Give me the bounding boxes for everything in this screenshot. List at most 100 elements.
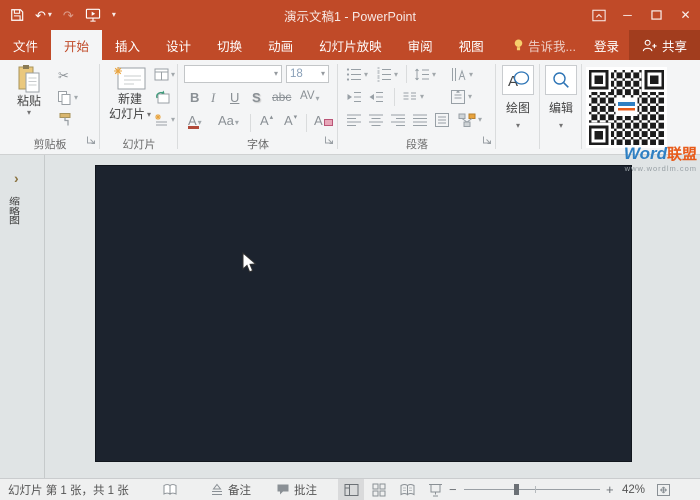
distribute-button[interactable] (434, 112, 450, 128)
align-left-button[interactable] (346, 113, 362, 127)
undo-button[interactable]: ↶ ▾ (35, 9, 52, 22)
layout-dropdown-icon[interactable]: ▾ (171, 71, 175, 79)
save-button[interactable] (10, 8, 24, 22)
notes-button[interactable]: 备注 (210, 479, 251, 500)
numbering-button[interactable]: ▾ (376, 67, 398, 82)
slide-counter[interactable]: 幻灯片 第 1 张，共 1 张 (8, 479, 129, 500)
copy-button[interactable]: ▾ (57, 90, 78, 106)
zoom-level[interactable]: 42% (622, 479, 645, 500)
grow-font-label: A (260, 114, 269, 127)
paste-button[interactable]: 粘贴 ▾ (8, 64, 50, 117)
tab-animations[interactable]: 动画 (255, 30, 306, 60)
font-name-combo[interactable]: ▾ (184, 65, 282, 83)
bullets-button[interactable]: ▾ (346, 67, 368, 82)
paragraph-dialog-launcher[interactable] (482, 132, 492, 150)
drawing-button[interactable]: A 绘图 ▾ (500, 65, 536, 130)
font-dialog-launcher[interactable] (324, 132, 334, 150)
zoom-slider-thumb[interactable] (514, 484, 519, 495)
smartart-dropdown-icon[interactable]: ▾ (478, 116, 482, 124)
view-slideshow-button[interactable] (422, 479, 448, 500)
section-dropdown-icon[interactable]: ▾ (171, 116, 175, 124)
copy-dropdown-icon[interactable]: ▾ (74, 94, 78, 102)
slide-canvas[interactable] (95, 165, 632, 462)
text-direction-dropdown-icon[interactable]: ▾ (469, 71, 473, 79)
line-spacing-dropdown-icon[interactable]: ▾ (432, 71, 436, 79)
expand-thumbnails-chevron[interactable]: › (14, 170, 19, 186)
editing-dropdown-icon[interactable]: ▾ (559, 122, 563, 130)
share-button[interactable]: 共享 (629, 30, 700, 60)
grow-font-button[interactable]: A ▴ (260, 114, 273, 127)
undo-dropdown-icon[interactable]: ▾ (48, 11, 52, 19)
new-slide-dropdown-icon[interactable]: ▾ (147, 111, 151, 119)
fit-slide-to-window-button[interactable] (656, 479, 671, 500)
change-case-dropdown-icon[interactable]: ▾ (235, 119, 239, 127)
justify-button[interactable] (412, 113, 428, 127)
tab-design[interactable]: 设计 (153, 30, 204, 60)
text-shadow-button[interactable]: S (252, 91, 261, 104)
line-spacing-button[interactable]: ▾ (414, 67, 436, 82)
tab-home[interactable]: 开始 (51, 30, 102, 60)
font-color-dropdown-icon[interactable]: ▾ (198, 119, 202, 127)
clipboard-dialog-launcher[interactable] (86, 132, 96, 150)
align-text-button[interactable]: ▾ (450, 89, 472, 105)
tab-insert[interactable]: 插入 (102, 30, 153, 60)
start-slideshow-button[interactable] (85, 8, 101, 22)
section-button[interactable]: ▾ (154, 112, 175, 127)
align-center-button[interactable] (368, 113, 384, 127)
font-name-dropdown-icon[interactable]: ▾ (274, 70, 278, 78)
close-button[interactable]: ✕ (671, 0, 700, 30)
view-slide-sorter-button[interactable] (366, 479, 392, 500)
reset-button[interactable] (155, 89, 170, 104)
shrink-font-button[interactable]: A ▾ (284, 114, 297, 127)
font-color-button[interactable]: A ▾ (188, 114, 202, 127)
increase-indent-button[interactable] (368, 90, 384, 104)
view-normal-button[interactable] (338, 479, 364, 500)
view-reading-button[interactable] (394, 479, 420, 500)
tab-transitions[interactable]: 切换 (204, 30, 255, 60)
text-direction-button[interactable]: ▾ (450, 67, 473, 82)
zoom-out-button[interactable]: − (449, 479, 457, 500)
change-case-button[interactable]: Aa ▾ (218, 114, 239, 127)
bullets-dropdown-icon[interactable]: ▾ (364, 71, 368, 79)
columns-dropdown-icon[interactable]: ▾ (420, 93, 424, 101)
tab-view[interactable]: 视图 (446, 30, 497, 60)
tab-file[interactable]: 文件 (0, 30, 51, 60)
comments-button[interactable]: 批注 (276, 479, 317, 500)
smartart-convert-button[interactable]: ▾ (458, 112, 482, 128)
cut-button[interactable]: ✂ (58, 68, 69, 84)
editing-button[interactable]: 编辑 ▾ (543, 65, 579, 130)
font-size-combo[interactable]: 18 ▾ (286, 65, 329, 83)
columns-button[interactable]: ▾ (402, 90, 424, 104)
clear-formatting-button[interactable]: A (314, 114, 333, 127)
sign-in-button[interactable]: 登录 (584, 30, 629, 60)
strikethrough-button[interactable]: abc (272, 91, 291, 103)
tell-me-box[interactable]: 告诉我... (505, 30, 584, 60)
font-size-dropdown-icon[interactable]: ▾ (321, 70, 325, 78)
zoom-in-button[interactable]: + (606, 479, 614, 500)
character-spacing-button[interactable]: AV ▾ (300, 91, 320, 103)
maximize-button[interactable] (642, 0, 671, 30)
paste-dropdown-icon[interactable]: ▾ (27, 109, 31, 117)
layout-button[interactable]: ▾ (154, 68, 175, 81)
tab-review[interactable]: 审阅 (395, 30, 446, 60)
format-painter-button[interactable] (58, 112, 72, 127)
align-right-button[interactable] (390, 113, 406, 127)
drawing-dropdown-icon[interactable]: ▾ (516, 122, 520, 130)
zoom-slider-track[interactable] (464, 489, 600, 490)
align-text-dropdown-icon[interactable]: ▾ (468, 93, 472, 101)
minimize-button[interactable]: ─ (613, 0, 642, 30)
decrease-indent-button[interactable] (346, 90, 362, 104)
thumbnail-pane-label[interactable]: 缩略图 (9, 198, 22, 226)
tab-slideshow[interactable]: 幻灯片放映 (306, 30, 395, 60)
new-slide-button[interactable]: 新建 幻灯片 ▾ (104, 66, 156, 122)
underline-button[interactable]: U (230, 91, 239, 104)
thumbnail-pane-divider[interactable] (44, 155, 45, 478)
bold-button[interactable]: B (190, 91, 199, 104)
spell-check-button[interactable] (163, 479, 177, 500)
italic-button[interactable]: I (211, 91, 215, 104)
font-separator (250, 114, 251, 132)
customize-qat-button[interactable]: ▾ (112, 11, 116, 19)
ribbon-display-options-button[interactable] (584, 0, 613, 30)
character-spacing-dropdown-icon[interactable]: ▾ (316, 95, 320, 103)
numbering-dropdown-icon[interactable]: ▾ (394, 71, 398, 79)
